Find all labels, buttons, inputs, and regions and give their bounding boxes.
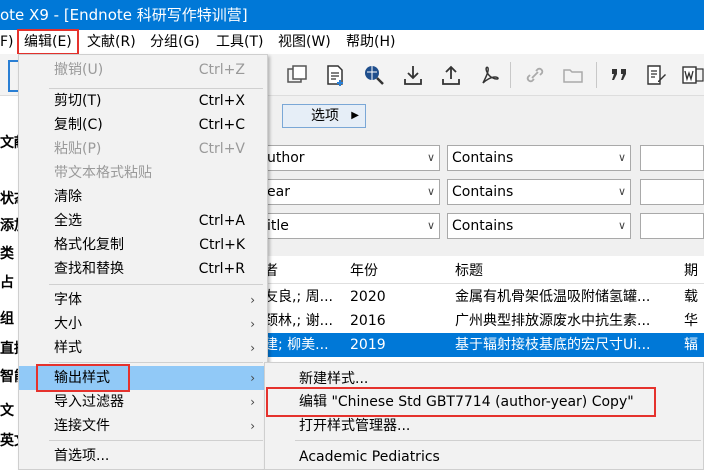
- folder-icon[interactable]: [558, 60, 588, 90]
- column-header-title[interactable]: 标题: [455, 259, 655, 283]
- edit-menu: 撤销(U) Ctrl+Z 剪切(T) Ctrl+X 复制(C) Ctrl+C 粘…: [18, 54, 268, 470]
- menu-bar: F) 编辑(E) 文献(R) 分组(G) 工具(T) 视图(W) 帮助(H): [0, 30, 704, 54]
- menu-file[interactable]: F): [0, 30, 14, 54]
- annotation-box-output-styles: [36, 364, 130, 392]
- chevron-right-icon: ›: [250, 395, 255, 409]
- options-label: 选项: [311, 108, 339, 124]
- search-field-select-2[interactable]: ear ∨: [262, 179, 440, 205]
- annotation-box-edit-style: [266, 387, 656, 417]
- search-term-input-1[interactable]: [640, 145, 704, 171]
- link-icon[interactable]: [520, 60, 550, 90]
- search-field-select-3[interactable]: itle ∨: [262, 213, 440, 239]
- menu-item-select-all[interactable]: 全选 Ctrl+A: [19, 209, 267, 233]
- field-value: itle: [267, 218, 289, 234]
- menu-help[interactable]: 帮助(H): [346, 30, 395, 54]
- toolbar-separator: [596, 62, 597, 88]
- annotation-box-edit-menu: [17, 29, 79, 55]
- year-cell: 2020: [350, 289, 386, 305]
- journal-cell: 载: [684, 289, 698, 305]
- submenu-item-style-option[interactable]: Academic Pediatrics: [265, 445, 704, 469]
- menu-window[interactable]: 视图(W): [278, 30, 331, 54]
- menu-separator: [49, 362, 263, 363]
- field-value: ear: [267, 184, 290, 200]
- menu-item-clear[interactable]: 清除: [19, 185, 267, 209]
- sidebar-fragment: 类: [0, 246, 14, 262]
- export-icon[interactable]: [436, 60, 466, 90]
- chevron-down-icon: ∨: [617, 151, 626, 164]
- menu-separator: [295, 440, 701, 441]
- column-header-author[interactable]: 者: [264, 259, 340, 283]
- menu-item-find-replace[interactable]: 查找和替换 Ctrl+R: [19, 257, 267, 281]
- sidebar-fragment: 文: [0, 403, 14, 419]
- chevron-right-icon: ›: [250, 293, 255, 307]
- journal-cell: 辐: [684, 337, 698, 353]
- chevron-right-icon: ›: [250, 317, 255, 331]
- operator-value: Contains: [452, 218, 514, 234]
- search-term-input-3[interactable]: [640, 213, 704, 239]
- menu-item-undo[interactable]: 撤销(U) Ctrl+Z: [19, 58, 267, 82]
- toolbar-layout-icon[interactable]: [8, 60, 18, 92]
- sidebar-fragment: 组: [0, 311, 14, 327]
- menu-item-size[interactable]: 大小 ›: [19, 312, 267, 336]
- title-cell: 基于辐射接枝基底的宏尺寸Ui...: [455, 337, 651, 353]
- toolbar-separator: [510, 62, 511, 88]
- search-term-input-2[interactable]: [640, 179, 704, 205]
- new-reference-icon[interactable]: [320, 60, 350, 90]
- menu-separator: [49, 284, 263, 285]
- search-operator-select-1[interactable]: Contains ∨: [447, 145, 631, 171]
- sidebar-fragment: 占: [0, 275, 14, 291]
- online-search-icon[interactable]: [359, 60, 389, 90]
- pdf-icon[interactable]: [474, 60, 504, 90]
- operator-value: Contains: [452, 184, 514, 200]
- menu-item-copy[interactable]: 复制(C) Ctrl+C: [19, 113, 267, 137]
- import-icon[interactable]: [398, 60, 428, 90]
- copy-icon[interactable]: [282, 60, 312, 90]
- title-cell: 金属有机骨架低温吸附储氢罐...: [455, 289, 651, 305]
- menu-item-import-filters[interactable]: 导入过滤器 ›: [19, 390, 267, 414]
- menu-item-style[interactable]: 样式 ›: [19, 336, 267, 360]
- chevron-right-icon: ›: [250, 341, 255, 355]
- chevron-down-icon: ∨: [617, 185, 626, 198]
- chevron-down-icon: ∨: [617, 219, 626, 232]
- author-cell: 颈林,; 谢...: [264, 313, 333, 329]
- field-value: uthor: [267, 150, 305, 166]
- operator-value: Contains: [452, 150, 514, 166]
- search-operator-select-2[interactable]: Contains ∨: [447, 179, 631, 205]
- submenu-item-style-manager[interactable]: 打开样式管理器...: [265, 414, 704, 438]
- caret-right-icon: ▶: [351, 110, 359, 121]
- title-bar: ote X9 - [Endnote 科研写作特训营]: [0, 0, 704, 30]
- column-header-year[interactable]: 年份: [350, 259, 440, 283]
- menu-item-copy-formatted[interactable]: 格式化复制 Ctrl+K: [19, 233, 267, 257]
- menu-tools[interactable]: 工具(T): [216, 30, 263, 54]
- chevron-down-icon: ∨: [426, 219, 435, 232]
- menu-groups[interactable]: 分组(G): [150, 30, 200, 54]
- year-cell: 2019: [350, 337, 386, 353]
- menu-item-font[interactable]: 字体 ›: [19, 288, 267, 312]
- options-button[interactable]: 选项 ▶: [282, 104, 366, 128]
- word-icon[interactable]: [678, 60, 704, 90]
- menu-item-preferences[interactable]: 首选项...: [19, 444, 267, 468]
- menu-item-paste[interactable]: 粘贴(P) Ctrl+V: [19, 137, 267, 161]
- menu-item-connection-files[interactable]: 连接文件 ›: [19, 414, 267, 438]
- search-field-select-1[interactable]: uthor ∨: [262, 145, 440, 171]
- edit-icon[interactable]: [641, 60, 671, 90]
- author-cell: 友良,; 周...: [264, 289, 333, 305]
- menu-item-cut[interactable]: 剪切(T) Ctrl+X: [19, 89, 267, 113]
- menu-separator: [49, 440, 263, 441]
- menu-references[interactable]: 文献(R): [87, 30, 136, 54]
- menu-item-paste-with-format[interactable]: 带文本格式粘贴: [19, 161, 267, 185]
- search-operator-select-3[interactable]: Contains ∨: [447, 213, 631, 239]
- endnote-window: ote X9 - [Endnote 科研写作特训营] F) 编辑(E) 文献(R…: [0, 0, 704, 470]
- column-header-journal[interactable]: 期: [684, 259, 704, 283]
- window-title: ote X9 - [Endnote 科研写作特训营]: [0, 6, 248, 24]
- author-cell: 建; 柳美...: [264, 337, 329, 353]
- quote-icon[interactable]: [604, 60, 634, 90]
- chevron-down-icon: ∨: [426, 185, 435, 198]
- chevron-down-icon: ∨: [426, 151, 435, 164]
- journal-cell: 华: [684, 313, 698, 329]
- year-cell: 2016: [350, 313, 386, 329]
- title-cell: 广州典型排放源废水中抗生素...: [455, 313, 651, 329]
- chevron-right-icon: ›: [250, 419, 255, 433]
- chevron-right-icon: ›: [250, 371, 255, 385]
